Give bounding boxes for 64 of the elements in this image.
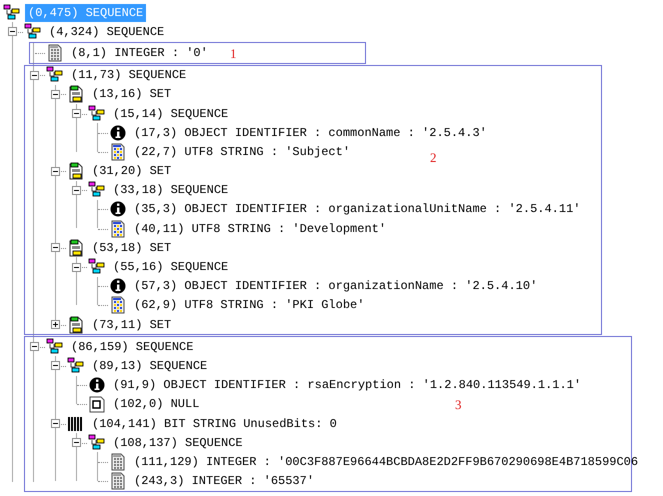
tree-node-label[interactable]: (73,11) SET xyxy=(89,316,174,334)
set-icon xyxy=(67,85,85,104)
expander-toggle[interactable] xyxy=(51,90,60,99)
sequence-icon xyxy=(46,338,64,356)
expander-toggle[interactable] xyxy=(51,419,60,428)
grid-document-icon xyxy=(109,452,127,471)
set-icon xyxy=(67,162,85,180)
tree-node-label[interactable]: (243,3) INTEGER : '65537' xyxy=(131,472,318,490)
tree-node-label[interactable]: (17,3) OBJECT IDENTIFIER : commonName : '2.5.4.3' xyxy=(131,124,490,142)
expander-toggle[interactable] xyxy=(30,70,39,80)
grid-document-icon xyxy=(46,44,64,62)
sequence-icon xyxy=(88,104,106,123)
info-icon xyxy=(109,277,127,296)
sequence-icon xyxy=(88,258,106,276)
expander-toggle[interactable] xyxy=(72,438,81,448)
tree-node-label[interactable]: (108,137) SEQUENCE xyxy=(110,434,246,452)
text-document-icon xyxy=(109,296,127,314)
tree-node-label[interactable]: (22,7) UTF8 STRING : 'Subject' xyxy=(131,142,354,161)
expander-toggle[interactable] xyxy=(30,342,39,352)
tree-node-label[interactable]: (53,18) SET xyxy=(89,238,174,257)
expander-toggle[interactable] xyxy=(72,186,81,195)
expander-toggle[interactable] xyxy=(72,109,81,118)
tree-node-label[interactable]: (57,3) OBJECT IDENTIFIER : organizationName : '2.5.4.10' xyxy=(131,277,540,296)
tree-node-label[interactable]: (40,11) UTF8 STRING : 'Development' xyxy=(131,220,390,238)
tree-node-label[interactable]: (86,159) SEQUENCE xyxy=(68,338,196,356)
expander-toggle[interactable] xyxy=(51,361,60,370)
tree-node-label[interactable]: (35,3) OBJECT IDENTIFIER : organizationalUnitName : '2.5.4.11' xyxy=(131,200,584,218)
text-document-icon xyxy=(109,142,127,161)
sequence-icon xyxy=(88,181,106,200)
set-icon xyxy=(67,238,85,257)
tree-node-label[interactable]: (102,0) NULL xyxy=(110,395,202,414)
tree-node-label[interactable]: (55,16) SEQUENCE xyxy=(110,258,232,276)
expander-toggle[interactable] xyxy=(51,243,60,252)
sequence-icon xyxy=(67,356,85,375)
text-document-icon xyxy=(109,220,127,238)
tree-node-label[interactable]: (91,9) OBJECT IDENTIFIER : rsaEncryption : '1.2.840.113549.1.1.1' xyxy=(110,376,584,394)
sequence-icon xyxy=(46,66,64,84)
tree-node-label[interactable]: (33,18) SEQUENCE xyxy=(110,181,232,200)
expander-toggle[interactable] xyxy=(72,262,81,272)
info-icon xyxy=(88,376,106,394)
tree-node-label[interactable]: (13,16) SET xyxy=(89,85,174,104)
tree-node-label[interactable]: (62,9) UTF8 STRING : 'PKI Globe' xyxy=(131,296,368,314)
tree-node-label[interactable]: (8,1) INTEGER : '0' xyxy=(68,44,211,62)
tree-node-label[interactable]: (104,141) BIT STRING UnusedBits: 0 xyxy=(89,414,340,433)
info-icon xyxy=(109,200,127,218)
tree-node-label[interactable]: (31,20) SET xyxy=(89,162,174,180)
expander-toggle[interactable] xyxy=(51,320,60,330)
null-icon xyxy=(88,395,106,414)
sequence-icon xyxy=(24,22,42,41)
tree-node-label[interactable]: (11,73) SEQUENCE xyxy=(68,66,190,84)
barcode-icon xyxy=(67,414,85,433)
annotation-number: 1 xyxy=(230,46,236,62)
sequence-icon xyxy=(3,4,21,22)
sequence-icon xyxy=(88,434,106,452)
tree-node-label[interactable]: (15,14) SEQUENCE xyxy=(110,104,232,123)
info-icon xyxy=(109,124,127,142)
tree-node-label[interactable]: (89,13) SEQUENCE xyxy=(89,356,210,375)
expander-toggle[interactable] xyxy=(51,166,60,176)
grid-document-icon xyxy=(109,472,127,490)
tree-node-label[interactable]: (4,324) SEQUENCE xyxy=(46,22,168,41)
annotation-number: 3 xyxy=(455,397,462,414)
expander-toggle[interactable] xyxy=(8,27,17,36)
annotation-number: 2 xyxy=(430,150,436,166)
set-icon xyxy=(67,316,85,334)
